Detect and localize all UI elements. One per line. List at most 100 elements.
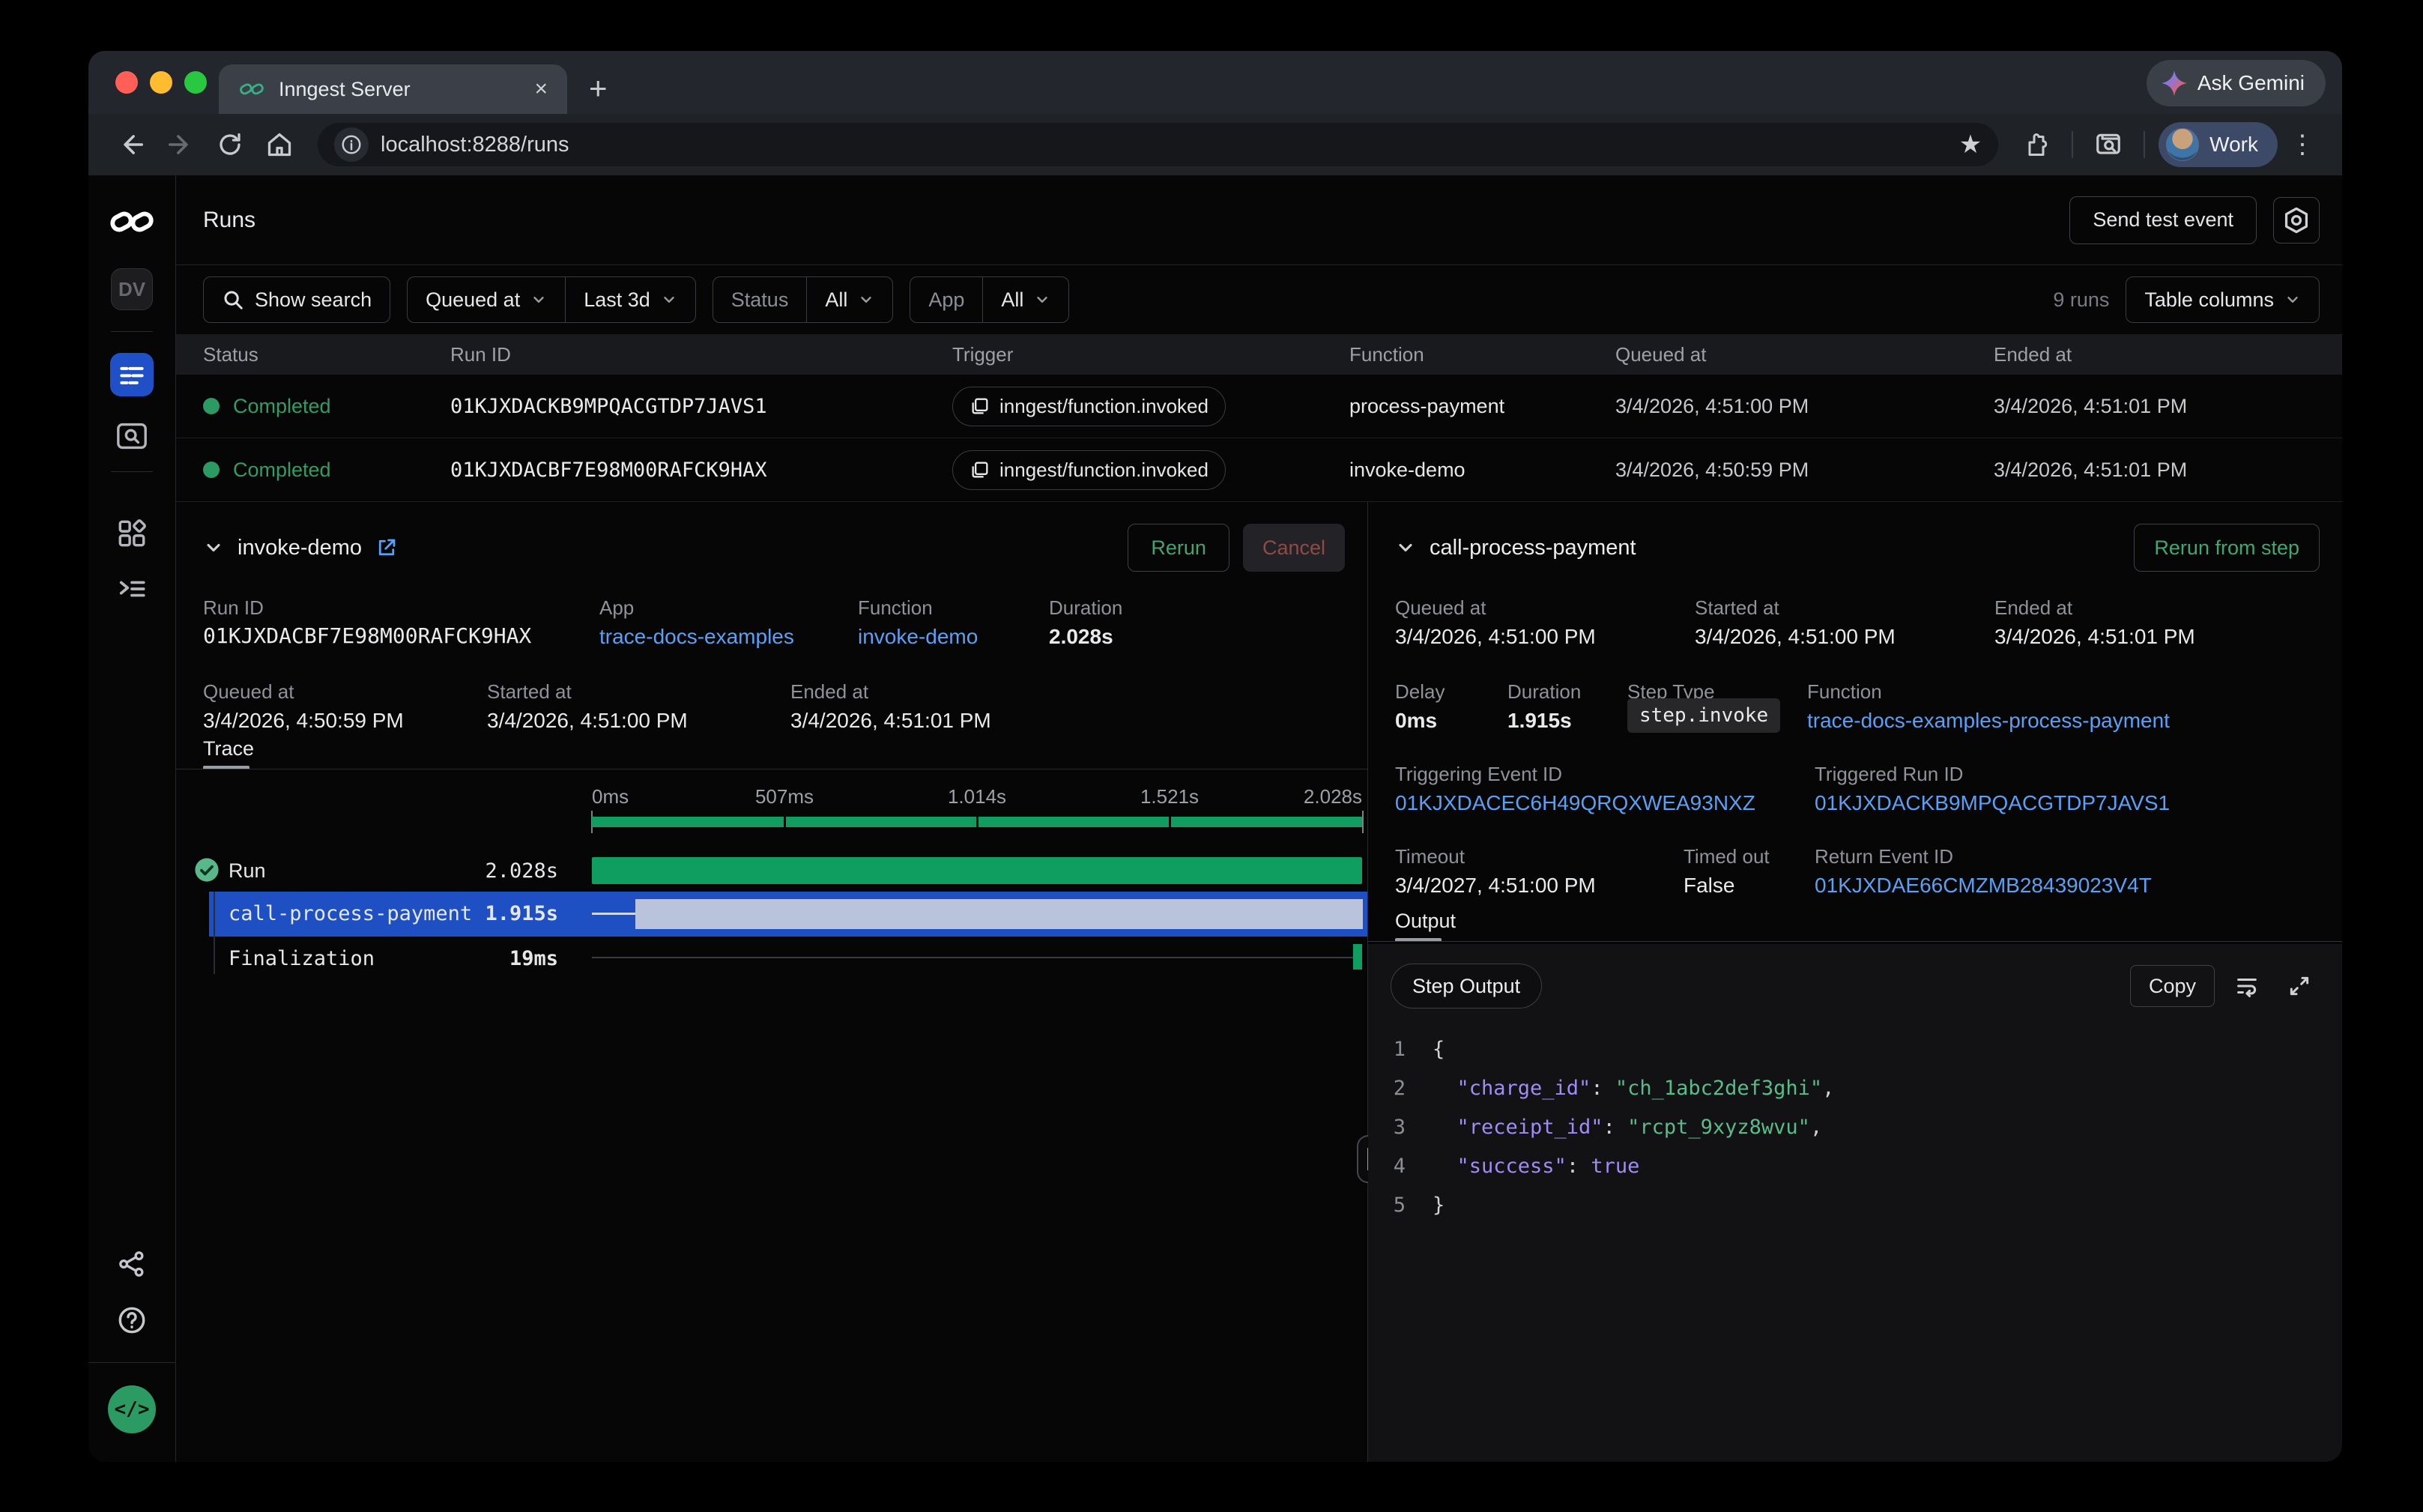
- output-section: Step Output Copy: [1368, 944, 2342, 1462]
- field-label: Triggering Event ID: [1395, 763, 1562, 786]
- copy-button[interactable]: Copy: [2130, 965, 2215, 1007]
- app-link[interactable]: trace-docs-examples: [599, 625, 794, 649]
- dev-server-button[interactable]: </>: [108, 1385, 156, 1433]
- trigger-pill[interactable]: inngest/function.invoked: [952, 450, 1226, 490]
- ask-gemini-button[interactable]: Ask Gemini: [2147, 60, 2326, 106]
- extensions-icon[interactable]: [2015, 123, 2058, 166]
- ended-at: 3/4/2026, 4:51:01 PM: [1994, 459, 2342, 482]
- profile-chip[interactable]: Work: [2159, 122, 2278, 167]
- ended-at: 3/4/2026, 4:51:01 PM: [1994, 395, 2342, 418]
- function-name: invoke-demo: [1349, 459, 1615, 482]
- app-filter-dropdown[interactable]: All: [982, 277, 1068, 322]
- return-event-id-link[interactable]: 01KJXDAE66CMZMB28439023V4T: [1815, 874, 2152, 898]
- share-icon[interactable]: [118, 1250, 146, 1278]
- time-range-dropdown[interactable]: Last 3d: [565, 277, 695, 322]
- avatar: [2166, 128, 2199, 161]
- minimize-window-button[interactable]: [150, 71, 172, 94]
- close-window-button[interactable]: [115, 71, 138, 94]
- finalization-span-bar[interactable]: [1353, 944, 1362, 970]
- status-filter-dropdown[interactable]: All: [806, 277, 892, 322]
- browser-tab[interactable]: Inngest Server ×: [219, 64, 567, 114]
- step-delay-line: [592, 913, 635, 915]
- collapse-chevron-icon[interactable]: [203, 537, 224, 558]
- finalization-track: [592, 957, 1362, 958]
- collapse-chevron-icon[interactable]: [1395, 537, 1416, 558]
- field-label: Queued at: [203, 680, 294, 704]
- function-link[interactable]: trace-docs-examples-process-payment: [1807, 709, 2170, 733]
- timed-out-value: False: [1684, 874, 1734, 898]
- trace-row-name[interactable]: Run: [229, 859, 266, 883]
- home-button[interactable]: [258, 123, 301, 166]
- step-output-pill[interactable]: Step Output: [1391, 964, 1542, 1008]
- url-text[interactable]: localhost:8288/runs: [381, 133, 1947, 157]
- step-detail-title: call-process-payment: [1430, 536, 1636, 560]
- site-info-icon[interactable]: [334, 127, 369, 162]
- field-label: Triggered Run ID: [1815, 763, 1963, 786]
- field-label: Ended at: [790, 680, 868, 704]
- word-wrap-icon[interactable]: [2227, 966, 2267, 1006]
- run-id[interactable]: 01KJXDACBF7E98M00RAFCK9HAX: [450, 459, 952, 482]
- env-badge[interactable]: DV: [111, 268, 153, 310]
- profile-label: Work: [2209, 133, 2258, 157]
- url-bar[interactable]: localhost:8288/runs ★: [318, 123, 1998, 166]
- tab-output[interactable]: Output: [1395, 910, 1456, 933]
- run-id-value[interactable]: 01KJXDACBF7E98M00RAFCK9HAX: [203, 623, 531, 648]
- tab-search-icon[interactable]: [2087, 123, 2130, 166]
- trigger-pill[interactable]: inngest/function.invoked: [952, 387, 1226, 426]
- status-dot: [203, 462, 220, 478]
- cancel-button[interactable]: Cancel: [1243, 524, 1345, 572]
- browser-menu-icon[interactable]: ⋮: [2284, 130, 2321, 160]
- run-detail-panel: invoke-demo Rerun Cancel Run ID 01KJXDAC…: [176, 502, 1368, 1462]
- step-output-code[interactable]: 1 { 2 "charge_id": "ch_1abc2def3ghi", 3 …: [1368, 1029, 2342, 1224]
- expand-icon[interactable]: [2279, 966, 2320, 1006]
- dev-server-section: </>: [88, 1362, 175, 1462]
- tab-title: Inngest Server: [279, 78, 521, 101]
- tab-close-icon[interactable]: ×: [534, 78, 548, 100]
- step-span-bar[interactable]: [635, 899, 1363, 929]
- trace-row-name[interactable]: Finalization: [229, 947, 375, 970]
- back-button[interactable]: [109, 123, 153, 166]
- reload-button[interactable]: [208, 123, 252, 166]
- status-filter: Status All: [713, 276, 894, 323]
- bookmark-star-icon[interactable]: ★: [1959, 130, 1982, 160]
- ended-value: 3/4/2026, 4:51:01 PM: [1994, 625, 2195, 649]
- run-detail-title: invoke-demo: [238, 536, 362, 560]
- tab-trace[interactable]: Trace: [203, 737, 254, 760]
- run-span-bar[interactable]: [592, 857, 1362, 884]
- table-columns-dropdown[interactable]: Table columns: [2126, 276, 2320, 323]
- table-row[interactable]: Completed 01KJXDACKB9MPQACGTDP7JAVS1 inn…: [176, 375, 2342, 438]
- show-search-button[interactable]: Show search: [203, 276, 390, 323]
- runs-table-header: StatusRun ID TriggerFunction Queued atEn…: [176, 334, 2342, 375]
- time-field-dropdown[interactable]: Queued at: [408, 277, 565, 322]
- function-link[interactable]: invoke-demo: [858, 625, 978, 649]
- triggered-run-id-link[interactable]: 01KJXDACKB9MPQACGTDP7JAVS1: [1815, 791, 2170, 815]
- event-icon: [969, 459, 990, 480]
- inngest-logo-icon[interactable]: [109, 208, 155, 235]
- sidebar-item-functions[interactable]: [117, 574, 147, 604]
- sidebar-item-apps[interactable]: [117, 518, 147, 548]
- rerun-button[interactable]: Rerun: [1128, 524, 1229, 572]
- trace-timeline: 0ms 507ms 1.014s 1.521s 2.028s: [176, 773, 1367, 1462]
- zoom-window-button[interactable]: [184, 71, 207, 94]
- help-icon[interactable]: [117, 1305, 147, 1335]
- browser-titlebar: Inngest Server × + Ask Gemini: [88, 51, 2342, 114]
- sidebar-item-events[interactable]: [116, 422, 148, 450]
- field-label: Started at: [487, 680, 572, 704]
- send-test-event-button[interactable]: Send test event: [2069, 196, 2257, 244]
- app-filter-label: App: [928, 288, 964, 312]
- step-type-chip: step.invoke: [1627, 698, 1780, 733]
- status-dot: [203, 398, 220, 414]
- forward-button[interactable]: [159, 123, 202, 166]
- new-tab-button[interactable]: +: [589, 70, 608, 106]
- table-row[interactable]: Completed 01KJXDACBF7E98M00RAFCK9HAX inn…: [176, 438, 2342, 502]
- triggering-event-id-link[interactable]: 01KJXDACEC6H49QRQXWEA93NXZ: [1395, 791, 1755, 815]
- trace-row-name[interactable]: call-process-payment: [229, 902, 472, 925]
- queued-at: 3/4/2026, 4:50:59 PM: [1615, 459, 1994, 482]
- external-link-icon[interactable]: [375, 536, 398, 559]
- sidebar-item-runs[interactable]: [110, 353, 154, 396]
- run-id[interactable]: 01KJXDACKB9MPQACGTDP7JAVS1: [450, 395, 952, 418]
- settings-gear-button[interactable]: [2273, 197, 2320, 244]
- timeline-tick: [1169, 817, 1171, 827]
- search-icon: [222, 288, 244, 311]
- rerun-from-step-button[interactable]: Rerun from step: [2134, 524, 2320, 572]
